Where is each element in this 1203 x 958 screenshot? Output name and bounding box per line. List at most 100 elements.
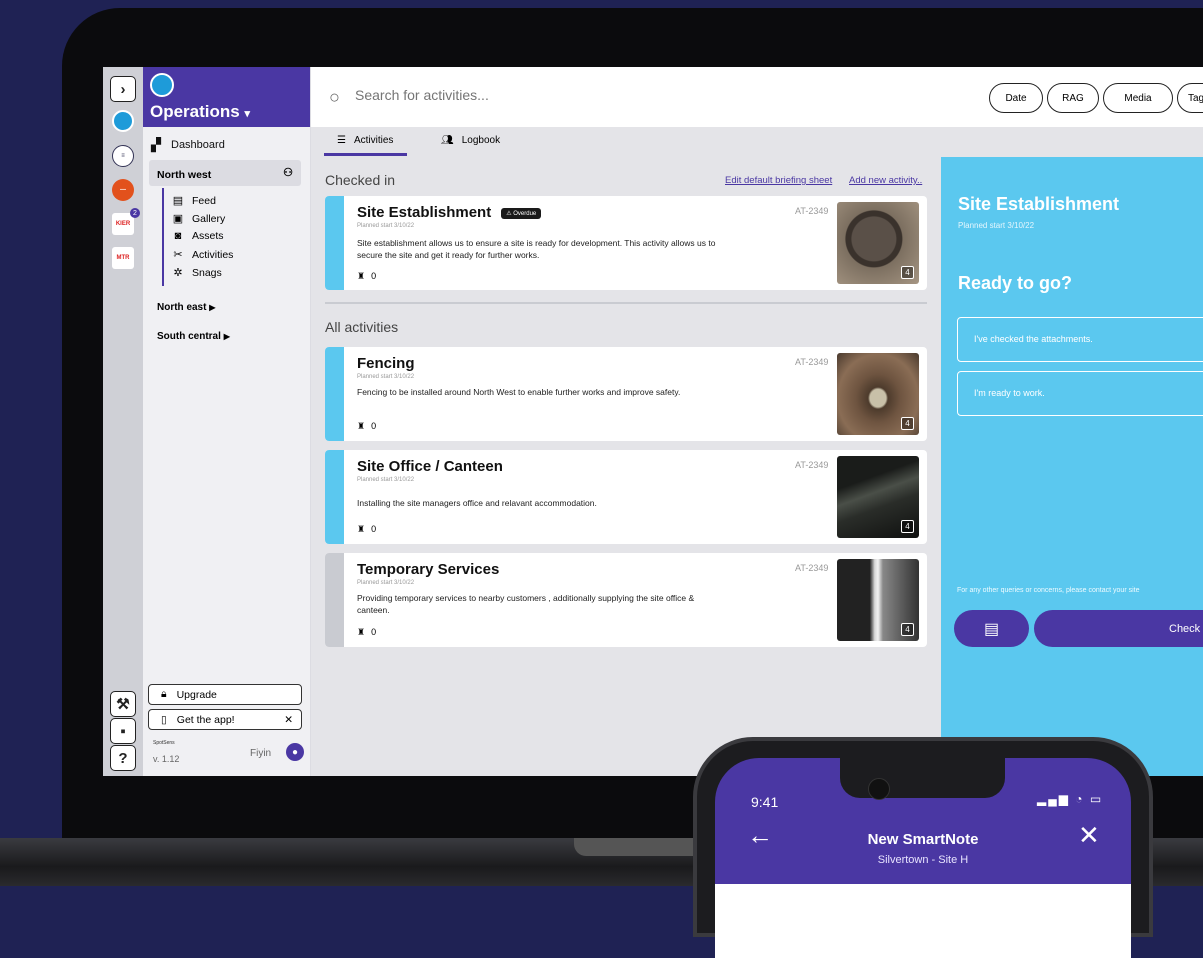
photo-count: 4 bbox=[901, 623, 914, 636]
tab-label: Logbook bbox=[461, 135, 501, 146]
card-description: Providing temporary services to nearby c… bbox=[357, 593, 695, 615]
org-rail: › ≡ — KIER 2 MTR ⚒ ▪ ? bbox=[103, 67, 143, 776]
edit-briefing-link[interactable]: Edit default briefing sheet bbox=[725, 175, 832, 186]
org-underground-icon[interactable]: — bbox=[112, 179, 134, 201]
activity-code: AT-2349 bbox=[795, 460, 829, 470]
status-stripe bbox=[325, 347, 344, 441]
planned-date: Planned start 3/10/22 bbox=[357, 477, 415, 483]
section-all-activities: All activities bbox=[325, 319, 399, 335]
phone-notch bbox=[840, 758, 1005, 798]
close-icon[interactable]: ✕ bbox=[1078, 820, 1100, 851]
sidebar-header: Operations ▾ bbox=[143, 67, 310, 127]
activity-photo[interactable]: 4 bbox=[837, 353, 919, 435]
app-screen: › ≡ — KIER 2 MTR ⚒ ▪ ? Operations ▾ ▞ Da… bbox=[103, 67, 1203, 776]
profile-icon[interactable]: ▪ bbox=[110, 718, 136, 744]
count-value: 0 bbox=[371, 271, 377, 281]
expand-sidebar-icon[interactable]: › bbox=[110, 76, 136, 102]
user-name: Fiyin bbox=[250, 748, 272, 759]
region-label: North west bbox=[157, 169, 212, 181]
section-checked-in: Checked in bbox=[325, 172, 396, 188]
org-notification-badge: 2 bbox=[130, 208, 140, 218]
status-stripe bbox=[325, 553, 344, 647]
overdue-text: Overdue bbox=[513, 210, 537, 217]
worker-count: ♜ 0 bbox=[357, 627, 376, 638]
chevron-right-icon: ▶ bbox=[209, 303, 216, 312]
upgrade-button[interactable]: 🔒︎ Upgrade bbox=[148, 684, 302, 705]
help-icon[interactable]: ? bbox=[110, 745, 136, 771]
chevron-down-icon: ▾ bbox=[244, 108, 251, 120]
version-label: v. 1.12 bbox=[153, 754, 180, 764]
close-icon[interactable]: ✕ bbox=[284, 714, 293, 726]
sidebar-item-label: Activities bbox=[192, 248, 234, 261]
photo-count: 4 bbox=[901, 520, 914, 533]
planned-date: Planned start 3/10/22 bbox=[357, 223, 415, 229]
get-app-button[interactable]: ▯ Get the app! ✕ bbox=[148, 709, 302, 730]
activity-photo[interactable]: 4 bbox=[837, 202, 919, 284]
status-stripe bbox=[325, 196, 344, 290]
worker-icon: ♜ bbox=[357, 627, 366, 637]
wrench-icon[interactable]: ⚒ bbox=[110, 691, 136, 717]
add-activity-link[interactable]: Add new activity.. bbox=[849, 175, 922, 186]
sidebar-item-assets[interactable]: ◙ Assets bbox=[171, 230, 224, 242]
topbar: ○ Date RAG Media Tag bbox=[311, 67, 1203, 127]
activity-card[interactable]: Fencing Planned start 3/10/22 Fencing to… bbox=[325, 347, 927, 441]
phone-time: 9:41 bbox=[751, 794, 779, 810]
panel-planned-date: Planned start 3/10/22 bbox=[958, 221, 1035, 230]
activities-icon: ✂ bbox=[173, 249, 183, 261]
worker-count: ♜ 0 bbox=[357, 524, 376, 535]
activity-code: AT-2349 bbox=[795, 206, 829, 216]
sidebar-item-label: Gallery bbox=[192, 212, 226, 225]
dashboard-icon: ▞ bbox=[151, 137, 161, 152]
sidebar-item-dashboard[interactable]: ▞ Dashboard bbox=[149, 137, 225, 153]
brand-small: SpotSens bbox=[153, 740, 175, 746]
camera-icon bbox=[868, 778, 890, 800]
activity-photo[interactable]: 4 bbox=[837, 559, 919, 641]
sidebar-item-label: Dashboard bbox=[171, 139, 225, 151]
tab-activities[interactable]: ☰ Activities bbox=[337, 135, 393, 146]
phone-body bbox=[715, 884, 1131, 958]
tab-logbook[interactable]: 👥︎ Logbook bbox=[441, 135, 500, 146]
feed-icon: ▤ bbox=[172, 195, 184, 207]
filter-rag[interactable]: RAG bbox=[1047, 83, 1099, 113]
sidebar-item-gallery[interactable]: ▣ Gallery bbox=[171, 212, 226, 226]
document-button[interactable]: ▤ bbox=[954, 610, 1029, 647]
card-title: Site Office / Canteen bbox=[357, 458, 503, 475]
phone-title: New SmartNote bbox=[867, 831, 979, 848]
planned-date: Planned start 3/10/22 bbox=[357, 580, 415, 586]
org-thames-water-icon[interactable] bbox=[112, 110, 134, 132]
activity-card[interactable]: Site Establishment ⚠ Overdue Planned star… bbox=[325, 196, 927, 290]
add-member-icon[interactable]: ⚇ bbox=[283, 166, 293, 179]
region-north-east[interactable]: North east ▶ bbox=[157, 302, 215, 313]
list-icon: ☰ bbox=[337, 135, 346, 146]
sidebar-item-activities[interactable]: ✂ Activities bbox=[171, 248, 234, 262]
photo-count: 4 bbox=[901, 417, 914, 430]
search-input[interactable] bbox=[353, 86, 753, 104]
workspace-switcher[interactable]: Operations ▾ bbox=[150, 102, 250, 122]
activity-list: Checked in Edit default briefing sheet A… bbox=[311, 157, 941, 776]
checklist-ready[interactable]: I'm ready to work. bbox=[957, 371, 1203, 416]
activity-card[interactable]: Site Office / Canteen Planned start 3/10… bbox=[325, 450, 927, 544]
checklist-attachments[interactable]: I've checked the attachments. bbox=[957, 317, 1203, 362]
org-mtr-icon[interactable]: MTR bbox=[112, 247, 134, 269]
org-clearbrook-icon[interactable]: ≡ bbox=[112, 145, 134, 167]
contact-note: For any other queries or concerns, pleas… bbox=[957, 587, 1140, 594]
activity-photo[interactable]: 4 bbox=[837, 456, 919, 538]
status-stripe bbox=[325, 450, 344, 544]
worker-count: ♜ 0 bbox=[357, 421, 376, 432]
filter-date[interactable]: Date bbox=[989, 83, 1043, 113]
card-title: Temporary Services bbox=[357, 561, 500, 578]
check-in-button[interactable]: Check i bbox=[1034, 610, 1203, 647]
filter-media[interactable]: Media bbox=[1103, 83, 1173, 113]
sidebar-item-snags[interactable]: ✲ Snags bbox=[171, 266, 221, 280]
briefing-panel: Site Establishment Planned start 3/10/22… bbox=[941, 157, 1203, 776]
filter-tag[interactable]: Tag bbox=[1177, 83, 1203, 113]
company-logo bbox=[150, 73, 174, 97]
sidebar-item-feed[interactable]: ▤ Feed bbox=[171, 194, 216, 208]
region-south-central[interactable]: South central ▶ bbox=[157, 331, 230, 342]
region-north-west[interactable]: North west ⚇ bbox=[149, 160, 301, 186]
overdue-badge: ⚠ Overdue bbox=[501, 207, 542, 219]
planned-date: Planned start 3/10/22 bbox=[357, 374, 415, 380]
avatar[interactable]: ● bbox=[286, 743, 304, 761]
card-description: Installing the site managers office and … bbox=[357, 498, 597, 508]
activity-card[interactable]: Temporary Services Planned start 3/10/22… bbox=[325, 553, 927, 647]
